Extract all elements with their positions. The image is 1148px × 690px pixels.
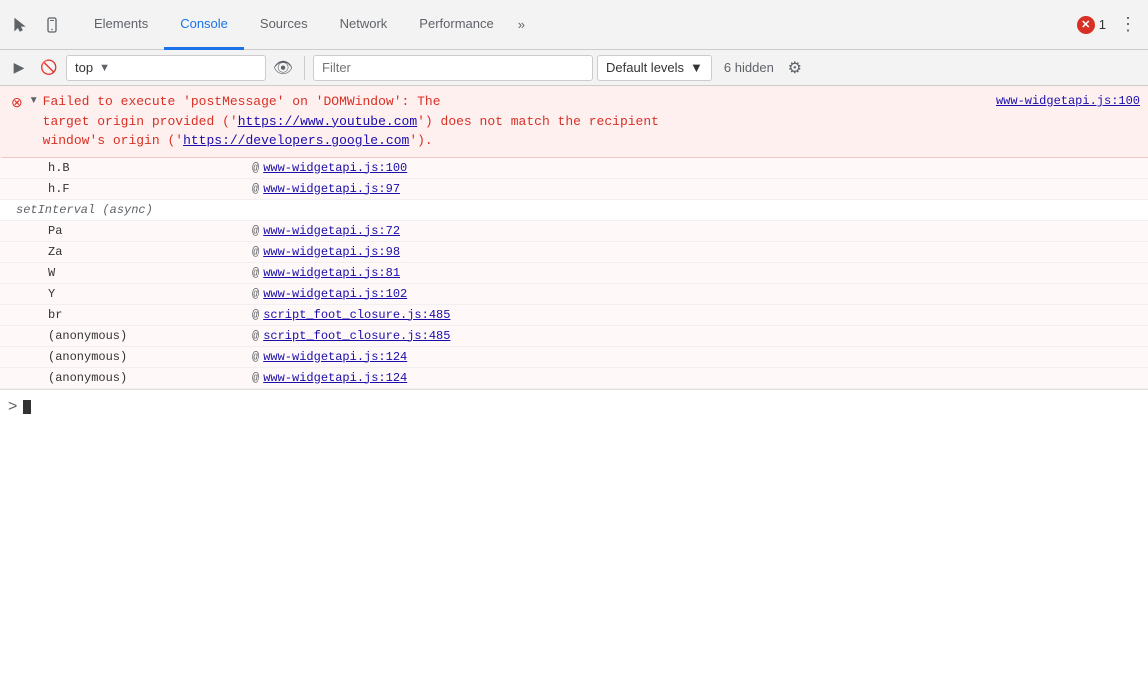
stack-row: Za @ www-widgetapi.js:98 (0, 242, 1148, 263)
stack-source-link[interactable]: www-widgetapi.js:102 (263, 287, 407, 301)
stack-row: Pa @ www-widgetapi.js:72 (0, 221, 1148, 242)
stack-row: W @ www-widgetapi.js:81 (0, 263, 1148, 284)
stack-at: @ (252, 266, 259, 280)
stack-source-link[interactable]: www-widgetapi.js:100 (263, 161, 407, 175)
levels-arrow-icon: ▼ (690, 60, 703, 75)
stack-function-name: Y (48, 287, 248, 301)
prompt-chevron-icon: > (8, 398, 17, 416)
error-icon: ✕ (1077, 16, 1095, 34)
expand-arrow-icon[interactable]: ▼ (29, 95, 39, 106)
toolbar-icon-group (6, 11, 66, 39)
hidden-count: 6 hidden (724, 60, 774, 75)
stack-source-link[interactable]: www-widgetapi.js:97 (263, 182, 400, 196)
stack-async-row: setInterval (async) (0, 200, 1148, 221)
levels-select[interactable]: Default levels ▼ (597, 55, 712, 81)
stack-source-link[interactable]: script_foot_closure.js:485 (263, 329, 450, 343)
stack-row: (anonymous) @ script_foot_closure.js:485 (0, 326, 1148, 347)
stack-function-name: W (48, 266, 248, 280)
console-area: ⊗ ▼ Failed to execute 'postMessage' on '… (0, 86, 1148, 690)
tab-performance[interactable]: Performance (403, 0, 509, 50)
console-content: ⊗ ▼ Failed to execute 'postMessage' on '… (0, 86, 1148, 690)
context-arrow-icon: ▼ (99, 62, 110, 74)
console-prompt[interactable]: > (0, 389, 1148, 425)
stack-at: @ (252, 329, 259, 343)
stack-row: Y @ www-widgetapi.js:102 (0, 284, 1148, 305)
clear-button[interactable]: 🚫 (36, 55, 62, 81)
tab-more[interactable]: » (510, 0, 533, 50)
context-value: top (75, 60, 93, 75)
error-circle-icon: ⊗ (11, 94, 23, 111)
stack-function-name: (anonymous) (48, 329, 248, 343)
devtools-toolbar: Elements Console Sources Network Perform… (0, 0, 1148, 50)
stack-at: @ (252, 224, 259, 238)
tab-network[interactable]: Network (324, 0, 404, 50)
divider (304, 56, 305, 80)
stack-function-name: h.F (48, 182, 248, 196)
eye-icon[interactable]: 👁 (270, 55, 296, 81)
stack-source-link[interactable]: www-widgetapi.js:98 (263, 245, 400, 259)
stack-at: @ (252, 287, 259, 301)
stack-trace: h.B @ www-widgetapi.js:100h.F @ www-widg… (0, 158, 1148, 389)
stack-row: (anonymous) @ www-widgetapi.js:124 (0, 368, 1148, 389)
filter-input[interactable] (313, 55, 593, 81)
stack-at: @ (252, 308, 259, 322)
tab-console[interactable]: Console (164, 0, 244, 50)
stack-at: @ (252, 371, 259, 385)
error-the: The (417, 94, 440, 109)
stack-function-name: (anonymous) (48, 350, 248, 364)
stack-row: h.B @ www-widgetapi.js:100 (0, 158, 1148, 179)
error-row: ⊗ ▼ Failed to execute 'postMessage' on '… (0, 86, 1148, 158)
stack-source-link[interactable]: www-widgetapi.js:124 (263, 350, 407, 364)
error-message: Failed to execute 'postMessage' on 'DOMW… (43, 92, 988, 151)
stack-function-name: Za (48, 245, 248, 259)
stack-function-name: Pa (48, 224, 248, 238)
google-link[interactable]: https://developers.google.com (183, 133, 409, 148)
tab-sources[interactable]: Sources (244, 0, 324, 50)
stack-row: h.F @ www-widgetapi.js:97 (0, 179, 1148, 200)
devtools-settings-icon[interactable]: ⋮ (1114, 11, 1142, 39)
stack-at: @ (252, 245, 259, 259)
youtube-link[interactable]: https://www.youtube.com (238, 114, 417, 129)
tab-list: Elements Console Sources Network Perform… (78, 0, 533, 50)
cursor-icon[interactable] (6, 11, 34, 39)
levels-label: Default levels (606, 60, 684, 75)
stack-at: @ (252, 182, 259, 196)
mobile-icon[interactable] (38, 11, 66, 39)
error-badge: ✕ 1 (1077, 16, 1106, 34)
stack-source-link[interactable]: script_foot_closure.js:485 (263, 308, 450, 322)
stack-row: br @ script_foot_closure.js:485 (0, 305, 1148, 326)
stack-source-link[interactable]: www-widgetapi.js:124 (263, 371, 407, 385)
prompt-cursor (23, 400, 31, 414)
stack-at: @ (252, 161, 259, 175)
stack-source-link[interactable]: www-widgetapi.js:72 (263, 224, 400, 238)
error-source-link[interactable]: www-widgetapi.js:100 (996, 94, 1140, 108)
stack-source-link[interactable]: www-widgetapi.js:81 (263, 266, 400, 280)
stack-function-name: h.B (48, 161, 248, 175)
stack-row: (anonymous) @ www-widgetapi.js:124 (0, 347, 1148, 368)
execute-button[interactable]: ▶ (6, 55, 32, 81)
error-count: 1 (1099, 17, 1106, 32)
stack-function-name: (anonymous) (48, 371, 248, 385)
tab-elements[interactable]: Elements (78, 0, 164, 50)
stack-at: @ (252, 350, 259, 364)
context-select[interactable]: top ▼ (66, 55, 266, 81)
stack-function-name: br (48, 308, 248, 322)
console-toolbar: ▶ 🚫 top ▼ 👁 Default levels ▼ 6 hidden ⚙ (0, 50, 1148, 86)
console-settings-icon[interactable]: ⚙ (782, 55, 808, 81)
